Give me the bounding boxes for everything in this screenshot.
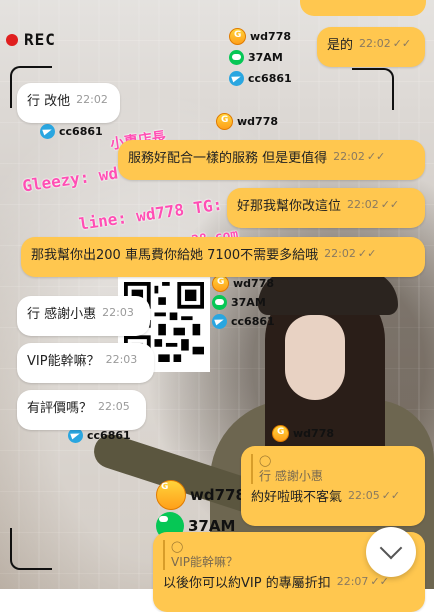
message-bubble-partial bbox=[300, 0, 426, 16]
message-text: 約好啦哦不客氣 bbox=[251, 490, 343, 505]
message-text: 那我幫你出200 車馬費你給她 7100不需要多給哦 bbox=[31, 248, 319, 263]
double-check-icon: ✓✓ bbox=[370, 575, 389, 588]
reply-quote[interactable]: ◯ 行 感謝小惠 bbox=[251, 454, 415, 484]
watermark-gleezy: wd778 bbox=[229, 28, 291, 45]
gleezy-icon bbox=[229, 28, 246, 45]
quote-author-icon: ◯ bbox=[259, 454, 272, 467]
message-time: 22:03 bbox=[105, 353, 138, 366]
message-text: 是的 bbox=[327, 38, 354, 53]
watermark-gleezy-mid: wd778 bbox=[216, 113, 278, 130]
chevron-down-icon bbox=[379, 536, 403, 560]
message-time: 22:02 bbox=[324, 247, 356, 260]
message-bubble-incoming[interactable]: 有評價嗎？ 22:05 bbox=[17, 390, 146, 430]
rec-indicator: REC bbox=[6, 30, 56, 49]
watermark-telegram-left: cc6861 bbox=[40, 124, 103, 139]
message-time: 22:07 bbox=[336, 575, 369, 588]
message-bubble-outgoing[interactable]: 是的 22:02 ✓✓ bbox=[317, 27, 425, 67]
message-bubble-outgoing[interactable]: 好那我幫你改這位 22:02 ✓✓ bbox=[227, 188, 425, 228]
watermark-line-qr: 37AM bbox=[212, 295, 266, 310]
watermark-telegram-left2: cc6861 bbox=[68, 428, 131, 443]
watermark-line: 37AM bbox=[229, 50, 283, 65]
double-check-icon: ✓✓ bbox=[392, 37, 412, 50]
double-check-icon: ✓✓ bbox=[381, 489, 401, 502]
watermark-gleezy-qr: wd778 bbox=[212, 275, 274, 292]
message-text: VIP能幹嘛？ bbox=[27, 354, 100, 369]
double-check-icon: ✓✓ bbox=[357, 247, 377, 260]
gleezy-icon bbox=[212, 275, 229, 292]
message-bubble-incoming[interactable]: 行 改他 22:02 bbox=[17, 83, 120, 123]
gleezy-icon bbox=[272, 425, 289, 442]
message-bubble-incoming[interactable]: VIP能幹嘛？ 22:03 bbox=[17, 343, 154, 383]
message-bubble-incoming[interactable]: 行 感謝小惠 22:03 bbox=[17, 296, 150, 336]
gleezy-icon bbox=[216, 113, 233, 130]
scroll-to-bottom-button[interactable] bbox=[366, 527, 416, 577]
watermark-gleezy-lower: wd778 bbox=[272, 425, 334, 442]
telegram-icon bbox=[212, 314, 227, 329]
line-app-icon bbox=[229, 50, 244, 65]
watermark-gleezy-big: wd778 bbox=[156, 480, 246, 510]
message-time: 22:05 bbox=[98, 400, 130, 413]
rec-label: REC bbox=[24, 30, 56, 49]
frame-corner-top-right bbox=[352, 68, 394, 110]
message-bubble-outgoing[interactable]: 那我幫你出200 車馬費你給她 7100不需要多給哦 22:02 ✓✓ bbox=[21, 237, 425, 277]
double-check-icon: ✓✓ bbox=[366, 150, 386, 163]
message-text: 行 改他 bbox=[27, 94, 71, 109]
quote-text: 行 感謝小惠 bbox=[259, 469, 323, 483]
line-app-icon bbox=[212, 295, 227, 310]
message-time: 22:05 bbox=[348, 489, 380, 502]
message-time: 22:02 bbox=[359, 37, 391, 50]
message-time: 22:02 bbox=[347, 198, 379, 211]
message-text: 好那我幫你改這位 bbox=[237, 199, 342, 214]
message-text: 行 感謝小惠 bbox=[27, 307, 97, 322]
watermark-telegram: cc6861 bbox=[229, 71, 292, 86]
message-text: 有評價嗎？ bbox=[27, 401, 93, 416]
telegram-icon bbox=[229, 71, 244, 86]
message-bubble-outgoing[interactable]: 服務好配合一樣的服務 但是更值得 22:02 ✓✓ bbox=[118, 140, 425, 180]
message-time: 22:02 bbox=[333, 150, 365, 163]
record-dot-icon bbox=[6, 33, 18, 46]
double-check-icon: ✓✓ bbox=[380, 198, 400, 211]
frame-corner-bottom-left bbox=[10, 528, 52, 570]
message-text: 以後你可以約VIP 的專屬折扣 bbox=[163, 576, 331, 591]
message-time: 22:02 bbox=[76, 93, 108, 106]
message-text: 服務好配合一樣的服務 但是更值得 bbox=[128, 151, 328, 166]
message-time: 22:03 bbox=[102, 306, 134, 319]
telegram-icon bbox=[40, 124, 55, 139]
gleezy-icon bbox=[156, 480, 186, 510]
telegram-icon bbox=[68, 428, 83, 443]
watermark-telegram-qr: cc6861 bbox=[212, 314, 275, 329]
message-bubble-outgoing-reply[interactable]: ◯ 行 感謝小惠 約好啦哦不客氣 22:05 ✓✓ bbox=[241, 446, 425, 526]
